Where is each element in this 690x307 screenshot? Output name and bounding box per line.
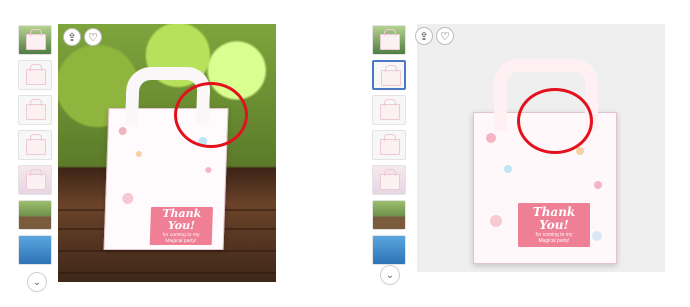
favorite-button[interactable]: ♡ [84, 28, 102, 46]
thumbnail-3[interactable] [18, 130, 52, 160]
share-button[interactable]: ⇪ [63, 28, 81, 46]
thumbnail-4[interactable] [372, 165, 406, 195]
share-icon: ⇪ [67, 31, 77, 44]
thumbnail-2[interactable] [18, 95, 52, 125]
thank-you-label: Thank You! for coming to my Magical part… [518, 203, 590, 247]
favorite-button[interactable]: ♡ [436, 27, 454, 45]
thumbnail-scroll-button[interactable]: ⌄ [27, 272, 47, 292]
share-icon: ⇪ [419, 30, 429, 43]
share-button[interactable]: ⇪ [415, 27, 433, 45]
heart-icon: ♡ [88, 31, 98, 44]
product-scene-background: Thank You! for coming to my Magical part… [58, 24, 276, 282]
label-message: for coming to my Magical party! [535, 231, 573, 244]
main-product-image: Thank You! for coming to my Magical part… [417, 24, 665, 272]
thumbnail-6[interactable] [18, 235, 52, 265]
thumbnail-2[interactable] [372, 95, 406, 125]
label-title: Thank You! [162, 207, 202, 232]
thumbnail-0[interactable] [18, 25, 52, 55]
heart-icon: ♡ [440, 30, 450, 43]
thumbnail-1[interactable] [372, 60, 406, 90]
chevron-down-icon: ⌄ [32, 276, 42, 288]
thumbnail-0[interactable] [372, 25, 406, 55]
thumbnail-1[interactable] [18, 60, 52, 90]
thumbnail-scroll-button[interactable]: ⌄ [380, 265, 400, 285]
thumbnail-4[interactable] [18, 165, 52, 195]
right-product-panel: ⌄ Thank You! for coming to my Magical pa… [345, 0, 690, 307]
left-product-panel: ⌄ Thank You! for coming to my Magical pa… [0, 0, 345, 307]
thumbnail-list [372, 25, 410, 270]
thumbnail-5[interactable] [18, 200, 52, 230]
highlight-circle [517, 88, 593, 154]
thumbnail-5[interactable] [372, 200, 406, 230]
label-message: for coming to my Magical party! [162, 231, 200, 244]
main-product-image: Thank You! for coming to my Magical part… [58, 24, 276, 282]
chevron-down-icon: ⌄ [385, 269, 395, 281]
label-title: Thank You! [532, 205, 576, 232]
thumbnail-6[interactable] [372, 235, 406, 265]
thank-you-label: Thank You! for coming to my Magical part… [149, 207, 214, 245]
thumbnail-3[interactable] [372, 130, 406, 160]
highlight-circle [174, 82, 248, 148]
thumbnail-list [18, 25, 56, 270]
